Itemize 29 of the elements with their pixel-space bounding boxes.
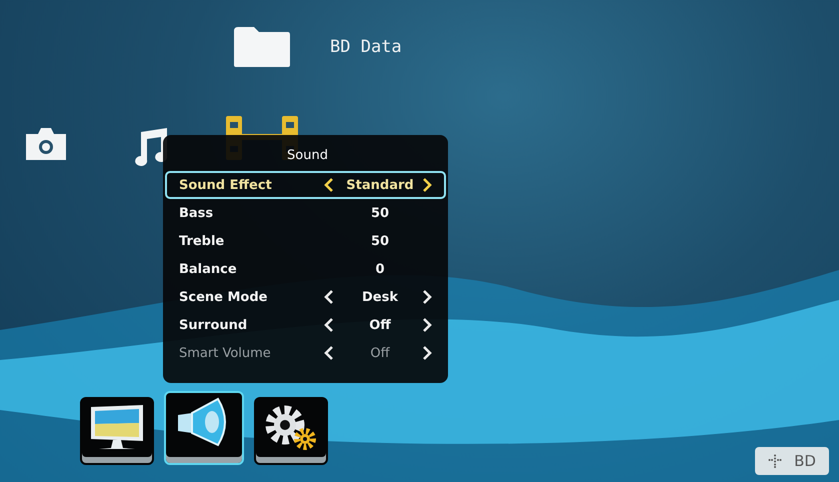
panel-title: Sound xyxy=(286,147,329,165)
audio-settings-tab[interactable] xyxy=(164,391,244,465)
menu-row[interactable]: Treble 50 xyxy=(165,227,446,255)
menu-row[interactable]: Surround Off xyxy=(165,311,446,339)
selected-menu-row[interactable]: Sound Effect Standard xyxy=(165,171,446,199)
dpad-dots-icon xyxy=(768,454,782,468)
setting-label: Treble xyxy=(179,234,226,248)
setting-value: 50 xyxy=(370,206,390,220)
menu-row[interactable]: Scene Mode Desk xyxy=(165,283,446,311)
camera-icon[interactable] xyxy=(24,126,68,162)
menu-row[interactable]: Balance 0 xyxy=(165,255,446,283)
setting-value: Off xyxy=(368,318,392,332)
setting-label: Smart Volume xyxy=(179,346,272,360)
menu-row[interactable]: Bass 50 xyxy=(165,199,446,227)
system-settings-tab[interactable] xyxy=(254,397,328,465)
setting-label: Balance xyxy=(179,262,238,276)
setting-value: 0 xyxy=(374,262,386,276)
setting-label: Bass xyxy=(179,206,214,220)
setting-label: Sound Effect xyxy=(179,178,273,192)
setting-value: Desk xyxy=(361,290,399,304)
setting-value: 50 xyxy=(370,234,390,248)
setting-label: Scene Mode xyxy=(179,290,268,304)
setting-label: Surround xyxy=(179,318,248,332)
header-label: BD Data xyxy=(330,37,402,57)
setting-value: Standard xyxy=(345,178,415,192)
folder-icon xyxy=(232,25,292,69)
setting-value: Off xyxy=(369,346,391,360)
source-label: BD xyxy=(794,452,816,470)
display-settings-tab[interactable] xyxy=(80,397,154,465)
